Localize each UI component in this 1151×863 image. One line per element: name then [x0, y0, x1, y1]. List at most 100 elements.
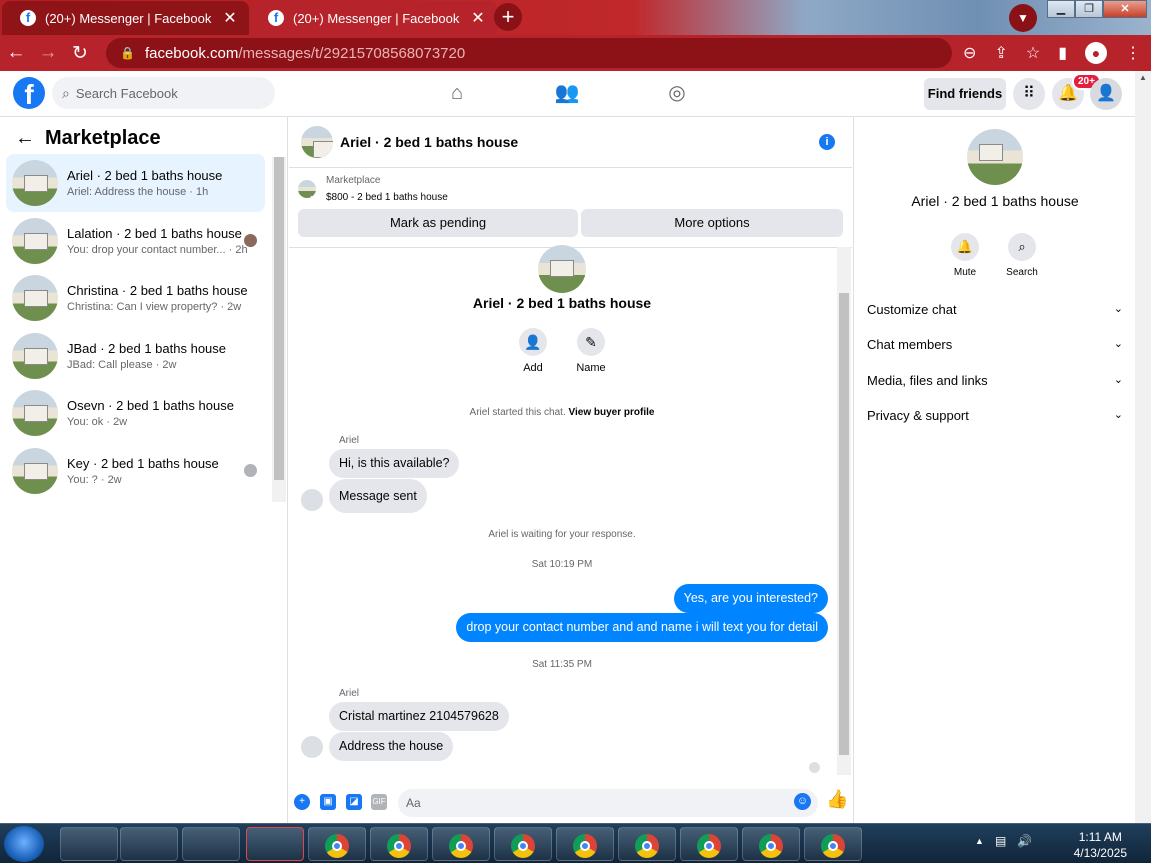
mark-pending-button[interactable]: Mark as pending — [298, 209, 578, 237]
view-buyer-profile-link[interactable]: View buyer profile — [568, 407, 654, 418]
zoom-icon[interactable]: ⊖ — [963, 43, 976, 63]
image-icon[interactable]: ▣ — [320, 794, 336, 810]
facebook-icon[interactable]: f — [13, 77, 45, 110]
friends-icon[interactable]: 👥 — [554, 80, 580, 106]
message-input[interactable]: Aa — [398, 789, 818, 817]
conversation-name: Osevn · 2 bed 1 baths house — [67, 398, 234, 413]
mute-label: Mute — [953, 267, 977, 278]
chrome-taskbar-button[interactable] — [432, 827, 490, 861]
privacy-support-row[interactable]: Privacy & support ⌄ — [867, 408, 1123, 423]
sender-avatar[interactable] — [301, 489, 323, 511]
pencil-icon: ✎ — [577, 328, 605, 356]
chrome-taskbar-button[interactable] — [742, 827, 800, 861]
mute-button[interactable]: 🔔 Mute — [940, 233, 990, 278]
sidebar-scrollbar[interactable] — [272, 157, 286, 502]
row-label: Chat members — [867, 337, 953, 352]
windows-taskbar: ▲ ▤ 🔊 1:11 AM 4/13/2025 — [0, 823, 1151, 863]
reload-icon[interactable]: ↻ — [64, 42, 96, 65]
outgoing-message[interactable]: drop your contact number and and name i … — [456, 613, 828, 642]
chrome-taskbar-button[interactable] — [370, 827, 428, 861]
start-button[interactable] — [4, 826, 44, 862]
side-panel-icon[interactable]: ▮ — [1058, 43, 1067, 63]
explorer-taskbar-button[interactable] — [60, 827, 118, 861]
maximize-button[interactable]: ❐ — [1075, 0, 1103, 18]
sticker-icon[interactable]: ◪ — [346, 794, 362, 810]
clock[interactable]: 1:11 AM 4/13/2025 — [1074, 829, 1127, 861]
close-window-button[interactable]: ✕ — [1103, 0, 1147, 18]
address-bar[interactable]: 🔒 facebook.com/messages/t/29215708568073… — [106, 38, 952, 68]
volume-icon[interactable]: 🔊 — [1017, 834, 1032, 848]
grid-icon[interactable]: ⠿ — [1013, 78, 1045, 110]
home-icon[interactable]: ⌂ — [444, 80, 470, 106]
tray-expand-icon[interactable]: ▲ — [975, 836, 984, 846]
minimize-button[interactable]: ▁ — [1047, 0, 1075, 18]
snipping-tool-taskbar-button[interactable] — [246, 827, 304, 861]
plus-icon[interactable]: + — [294, 794, 310, 810]
conversation-item[interactable]: Key · 2 bed 1 baths house You: ? · 2w — [6, 442, 265, 500]
chat-title[interactable]: Ariel · 2 bed 1 baths house — [340, 134, 518, 150]
scrollbar-thumb[interactable] — [274, 157, 284, 480]
like-icon[interactable]: 👍 — [826, 789, 848, 810]
edit-name-button[interactable]: ✎ Name — [566, 328, 616, 374]
conversation-item[interactable]: Christina · 2 bed 1 baths house Christina… — [6, 269, 265, 327]
page-scrollbar[interactable]: ▲ — [1135, 71, 1151, 823]
listing-summary[interactable]: Marketplace $800 - 2 bed 1 baths house — [298, 175, 448, 203]
media-files-row[interactable]: Media, files and links ⌄ — [867, 373, 1123, 388]
new-tab-button[interactable]: + — [494, 3, 522, 31]
tab-search-icon[interactable]: ▼ — [1009, 4, 1037, 32]
outgoing-message[interactable]: Yes, are you interested? — [673, 584, 828, 613]
incoming-message[interactable]: Hi, is this available? — [329, 449, 460, 478]
window-controls: ▁ ❐ ✕ — [1047, 0, 1147, 18]
profile-icon[interactable]: ● — [1085, 42, 1107, 64]
search-chat-button[interactable]: ⌕ Search — [997, 233, 1047, 278]
listing-thumbnail — [12, 448, 58, 494]
scroll-up-icon[interactable]: ▲ — [1139, 73, 1147, 82]
conversation-item[interactable]: Osevn · 2 bed 1 baths house You: ok · 2w — [6, 384, 265, 442]
chrome-taskbar-button[interactable] — [556, 827, 614, 861]
emoji-icon[interactable]: ☺ — [794, 793, 811, 810]
chrome-taskbar-button[interactable] — [494, 827, 552, 861]
network-icon[interactable]: ▤ — [995, 834, 1006, 848]
chrome-taskbar-button[interactable] — [308, 827, 366, 861]
close-tab-icon[interactable]: ✕ — [469, 8, 487, 28]
search-input[interactable]: ⌕ Search Facebook — [52, 77, 275, 109]
chrome-taskbar-button[interactable] — [680, 827, 738, 861]
back-icon[interactable]: ← — [0, 42, 32, 64]
back-arrow-icon[interactable]: ← — [15, 127, 35, 150]
sender-avatar[interactable] — [301, 736, 323, 758]
share-icon[interactable]: ⇪ — [994, 43, 1007, 63]
incoming-message[interactable]: Cristal martinez 2104579628 — [329, 702, 509, 731]
notepad-taskbar-button[interactable] — [182, 827, 240, 861]
menu-icon[interactable]: ⋮ — [1125, 43, 1141, 63]
sender-name: Ariel — [339, 688, 360, 699]
close-tab-icon[interactable]: ✕ — [221, 8, 239, 28]
incoming-message[interactable]: Address the house — [329, 732, 454, 761]
chat-avatar[interactable] — [301, 126, 333, 158]
bookmark-star-icon[interactable]: ☆ — [1026, 43, 1040, 63]
chat-scrollbar[interactable] — [837, 247, 851, 775]
chat-info-image — [967, 129, 1023, 185]
browser-tab-1[interactable]: f (20+) Messenger | Facebook ✕ — [2, 1, 249, 35]
groups-icon[interactable]: ◎ — [664, 80, 690, 106]
add-label: Add — [523, 362, 543, 374]
forward-icon[interactable]: → — [32, 42, 64, 64]
find-friends-button[interactable]: Find friends — [924, 78, 1006, 110]
browser-tab-2[interactable]: f (20+) Messenger | Facebook ✕ — [250, 1, 497, 35]
chrome-taskbar-button[interactable] — [804, 827, 862, 861]
scrollbar-thumb[interactable] — [839, 293, 849, 755]
gif-icon[interactable]: GIF — [371, 794, 387, 810]
search-placeholder: Search Facebook — [75, 85, 178, 101]
conversation-item[interactable]: Lalation · 2 bed 1 baths house You: drop … — [6, 212, 265, 270]
incoming-message[interactable]: Message sent — [329, 479, 427, 513]
started-text: Ariel started this chat. — [469, 407, 566, 418]
add-people-button[interactable]: 👤 Add — [508, 328, 558, 374]
info-icon[interactable]: i — [819, 134, 835, 150]
conversation-item[interactable]: JBad · 2 bed 1 baths house JBad: Call ple… — [6, 327, 265, 385]
chat-members-row[interactable]: Chat members ⌄ — [867, 337, 1123, 352]
more-options-button[interactable]: More options — [581, 209, 843, 237]
chrome-taskbar-button[interactable] — [618, 827, 676, 861]
media-taskbar-button[interactable] — [120, 827, 178, 861]
customize-chat-row[interactable]: Customize chat ⌄ — [867, 302, 1123, 317]
conversation-item[interactable]: Ariel · 2 bed 1 baths house Ariel: Addres… — [6, 154, 265, 212]
account-icon[interactable]: 👤 — [1090, 78, 1122, 110]
